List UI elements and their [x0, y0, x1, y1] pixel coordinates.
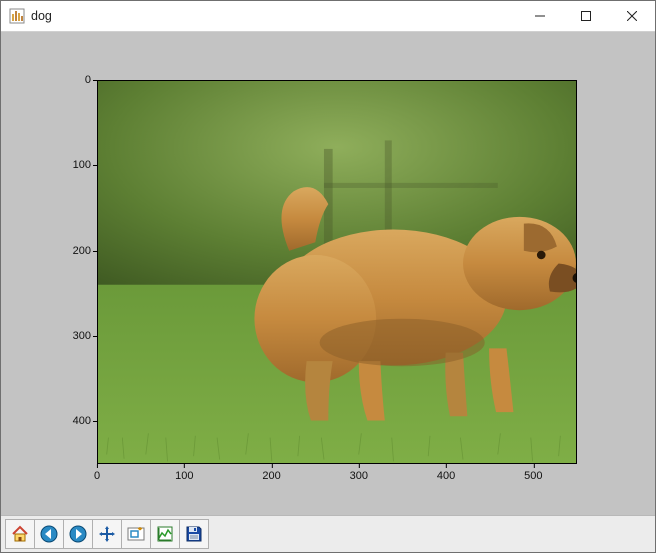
- y-tick-label: 200: [51, 245, 91, 257]
- maximize-button[interactable]: [563, 1, 609, 31]
- app-window: dog: [0, 0, 656, 553]
- x-tick-label: 400: [437, 470, 455, 482]
- displayed-image: [98, 81, 576, 463]
- image-axes: [97, 80, 577, 464]
- window-title: dog: [31, 9, 52, 23]
- titlebar[interactable]: dog: [1, 1, 655, 32]
- back-button[interactable]: [34, 519, 64, 549]
- y-tick-label: 100: [51, 159, 91, 171]
- x-tick-label: 0: [94, 470, 100, 482]
- forward-button[interactable]: [63, 519, 93, 549]
- save-button[interactable]: [179, 519, 209, 549]
- plot-area: 0 100 200 300 400 0 100 200 300 400 500: [17, 40, 639, 507]
- y-tick-label: 300: [51, 330, 91, 342]
- pan-button[interactable]: [92, 519, 122, 549]
- configure-subplots-button[interactable]: [150, 519, 180, 549]
- home-button[interactable]: [5, 519, 35, 549]
- app-icon: [9, 8, 25, 24]
- close-button[interactable]: [609, 1, 655, 31]
- y-tick-label: 0: [51, 74, 91, 86]
- x-tick-label: 500: [524, 470, 542, 482]
- x-tick-label: 200: [262, 470, 280, 482]
- x-tick-label: 300: [350, 470, 368, 482]
- minimize-button[interactable]: [517, 1, 563, 31]
- y-tick-label: 400: [51, 415, 91, 427]
- zoom-button[interactable]: [121, 519, 151, 549]
- figure-canvas[interactable]: 0 100 200 300 400 0 100 200 300 400 500: [1, 32, 655, 515]
- nav-toolbar: [1, 515, 655, 552]
- x-tick-label: 100: [175, 470, 193, 482]
